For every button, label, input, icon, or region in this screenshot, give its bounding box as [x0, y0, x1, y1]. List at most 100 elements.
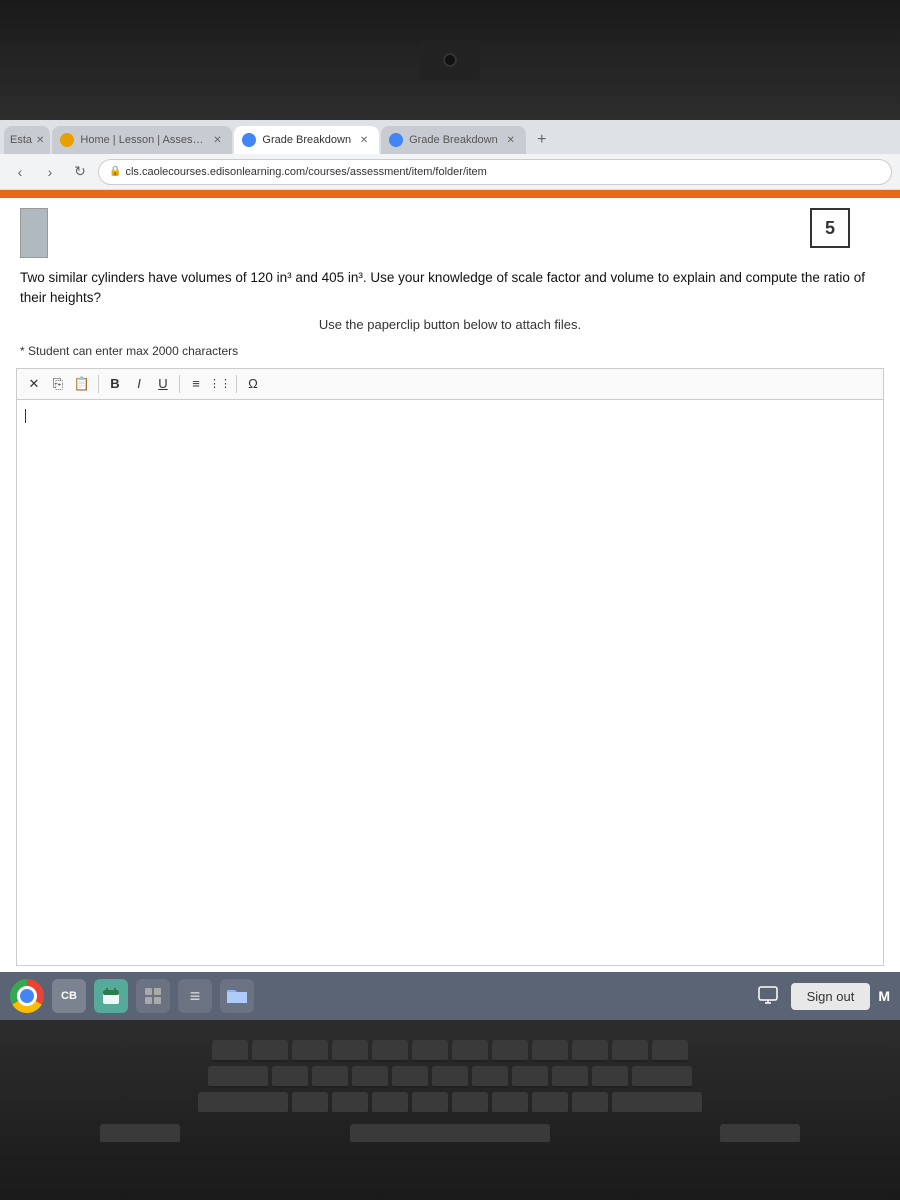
- orange-banner: [0, 190, 900, 198]
- page-content: 5 Two similar cylinders have volumes of …: [0, 198, 900, 972]
- doc-taskbar-icon[interactable]: ≡: [178, 979, 212, 1013]
- monitor-icon[interactable]: [753, 981, 783, 1011]
- question-number-box: 5: [810, 208, 850, 248]
- key[interactable]: [492, 1040, 528, 1062]
- shift-left-key[interactable]: [100, 1124, 180, 1144]
- key[interactable]: [452, 1040, 488, 1062]
- tab-home[interactable]: Home | Lesson | Assessment I ✕: [52, 126, 232, 154]
- key[interactable]: [632, 1066, 692, 1088]
- key[interactable]: [392, 1066, 428, 1088]
- key[interactable]: [472, 1066, 508, 1088]
- key[interactable]: [292, 1092, 328, 1114]
- tab-grade1-favicon: [242, 133, 256, 147]
- key[interactable]: [572, 1040, 608, 1062]
- grid-taskbar-icon[interactable]: [136, 979, 170, 1013]
- cb-taskbar-icon[interactable]: CB: [52, 979, 86, 1013]
- keyboard-area: [0, 1020, 900, 1154]
- key[interactable]: [272, 1066, 308, 1088]
- key[interactable]: [572, 1092, 608, 1114]
- address-bar: ‹ › ↻ 🔒 cls.caolecourses.edisonlearning.…: [0, 154, 900, 190]
- space-key[interactable]: [350, 1124, 550, 1144]
- rte-separator-1: [98, 375, 99, 393]
- key[interactable]: [412, 1092, 448, 1114]
- key[interactable]: [592, 1066, 628, 1088]
- camera-lens: [443, 53, 457, 67]
- taskbar-right: Sign out M: [753, 981, 890, 1011]
- shift-right-key[interactable]: [720, 1124, 800, 1144]
- key[interactable]: [292, 1040, 328, 1062]
- url-text: cls.caolecourses.edisonlearning.com/cour…: [125, 166, 486, 178]
- tab-grade1-close[interactable]: ✕: [357, 133, 371, 147]
- key[interactable]: [512, 1066, 548, 1088]
- sign-out-button[interactable]: Sign out: [791, 983, 871, 1010]
- url-bar[interactable]: 🔒 cls.caolecourses.edisonlearning.com/co…: [98, 159, 892, 185]
- browser-window: Esta ✕ Home | Lesson | Assessment I ✕ Gr…: [0, 120, 900, 1020]
- key[interactable]: [332, 1040, 368, 1062]
- rte-ordered-list-button[interactable]: ⋮⋮: [209, 373, 231, 395]
- tab-home-label: Home | Lesson | Assessment I: [80, 134, 204, 146]
- keyboard-row-1: [60, 1040, 840, 1062]
- instruction-text: Use the paperclip button below to attach…: [20, 317, 880, 332]
- rte-copy-button[interactable]: ⎘: [47, 373, 69, 395]
- rte-underline-button[interactable]: U: [152, 373, 174, 395]
- key[interactable]: [332, 1092, 368, 1114]
- tab-esta-close[interactable]: ✕: [36, 135, 44, 146]
- key[interactable]: [612, 1040, 648, 1062]
- rte-body[interactable]: [17, 400, 883, 966]
- tab-grade1-label: Grade Breakdown: [262, 134, 351, 146]
- sidebar-indicator: [20, 208, 48, 258]
- key[interactable]: [532, 1040, 568, 1062]
- char-limit: * Student can enter max 2000 characters: [20, 344, 880, 358]
- key[interactable]: [492, 1092, 528, 1114]
- tab-grade2-label: Grade Breakdown: [409, 134, 498, 146]
- tab-bar: Esta ✕ Home | Lesson | Assessment I ✕ Gr…: [0, 120, 900, 154]
- screen: Esta ✕ Home | Lesson | Assessment I ✕ Gr…: [0, 120, 900, 1020]
- tab-home-favicon: [60, 133, 74, 147]
- keyboard-row-2: [60, 1066, 840, 1088]
- key[interactable]: [212, 1040, 248, 1062]
- key[interactable]: [652, 1040, 688, 1062]
- rte-cut-button[interactable]: ✕: [23, 373, 45, 395]
- key[interactable]: [352, 1066, 388, 1088]
- laptop-top-bezel: [0, 0, 900, 120]
- keyboard-row-3: [60, 1092, 840, 1114]
- tab-esta[interactable]: Esta ✕: [4, 126, 50, 154]
- key[interactable]: [372, 1092, 408, 1114]
- folder-taskbar-icon[interactable]: [220, 979, 254, 1013]
- key[interactable]: [412, 1040, 448, 1062]
- tab-esta-label: Esta: [10, 134, 32, 146]
- rte-special-char-button[interactable]: Ω: [242, 373, 264, 395]
- key[interactable]: [532, 1092, 568, 1114]
- key[interactable]: [312, 1066, 348, 1088]
- laptop-bottom-bezel: [0, 1020, 900, 1200]
- key[interactable]: [432, 1066, 468, 1088]
- rte-italic-button[interactable]: I: [128, 373, 150, 395]
- enter-key[interactable]: [612, 1092, 702, 1114]
- rte-toolbar: ✕ ⎘ 📋 B I U ≡ ⋮⋮ Ω: [17, 369, 883, 400]
- rte-cursor: [25, 409, 26, 423]
- rte-bold-button[interactable]: B: [104, 373, 126, 395]
- key[interactable]: [552, 1066, 588, 1088]
- tab-grade2-close[interactable]: ✕: [504, 133, 518, 147]
- calendar-taskbar-icon[interactable]: [94, 979, 128, 1013]
- key[interactable]: [252, 1040, 288, 1062]
- key[interactable]: [452, 1092, 488, 1114]
- rte-separator-3: [236, 375, 237, 393]
- rte-paste-button[interactable]: 📋: [71, 373, 93, 395]
- new-tab-button[interactable]: +: [528, 126, 556, 154]
- key[interactable]: [208, 1066, 268, 1088]
- rte-separator-2: [179, 375, 180, 393]
- rte-list-button[interactable]: ≡: [185, 373, 207, 395]
- caps-lock-key[interactable]: [198, 1092, 288, 1114]
- chrome-taskbar-icon[interactable]: [10, 979, 44, 1013]
- back-button[interactable]: ‹: [8, 160, 32, 184]
- key[interactable]: [372, 1040, 408, 1062]
- tab-grade2[interactable]: Grade Breakdown ✕: [381, 126, 526, 154]
- reload-button[interactable]: ↻: [68, 160, 92, 184]
- tab-home-close[interactable]: ✕: [210, 133, 224, 147]
- question-text: Two similar cylinders have volumes of 12…: [20, 268, 880, 309]
- taskbar-m-label: M: [878, 988, 890, 1004]
- tab-grade1[interactable]: Grade Breakdown ✕: [234, 126, 379, 154]
- camera-bump: [420, 40, 480, 80]
- forward-button[interactable]: ›: [38, 160, 62, 184]
